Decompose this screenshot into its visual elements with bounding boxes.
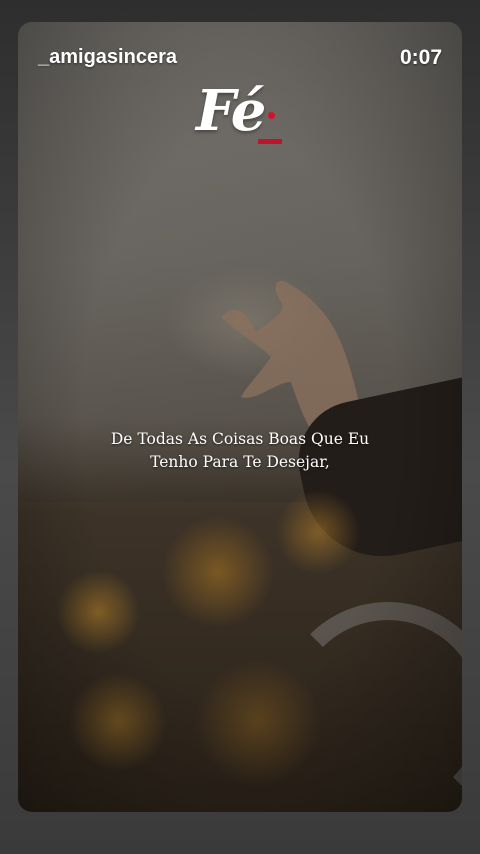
- story-caption: De Todas As Coisas Boas Que Eu Tenho Par…: [0, 428, 480, 474]
- fe-logo: Fé: [196, 78, 282, 158]
- logo-text: Fé: [196, 78, 266, 144]
- logo-dot-icon: [268, 112, 275, 119]
- caption-line-2: Tenho Para Te Desejar,: [150, 453, 330, 471]
- username-label[interactable]: _amigasincera: [38, 46, 177, 69]
- logo-badge: [258, 139, 282, 144]
- caption-line-1: De Todas As Coisas Boas Que Eu: [110, 430, 370, 448]
- video-timer: 0:07: [399, 46, 442, 69]
- story-screen: _amigasincera 0:07 Fé De Todas As Coisas…: [0, 0, 480, 854]
